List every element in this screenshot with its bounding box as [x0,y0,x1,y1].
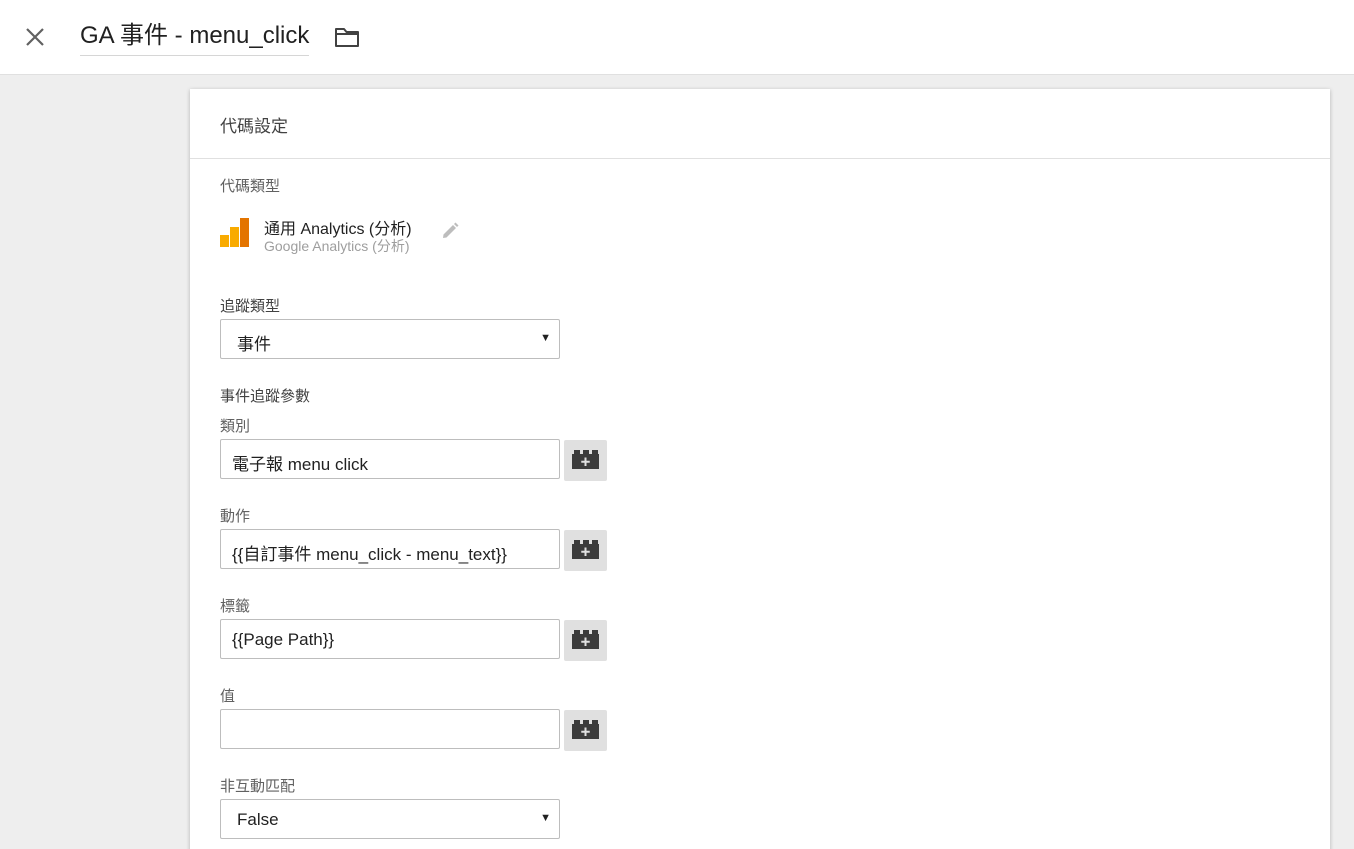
category-value: 電子報 menu click [232,455,369,474]
tag-label-label: 標籤 [220,598,251,615]
top-bar: GA 事件 - menu_click [0,0,1354,75]
card-header: 代碼設定 [190,89,1330,159]
track-type-label: 追蹤類型 [220,298,281,315]
value-input[interactable] [220,709,560,749]
folder-icon[interactable] [333,24,361,50]
non-interaction-label: 非互動匹配 [220,778,296,795]
dropdown-arrow-icon: ▼ [540,812,551,824]
tag-type-subtitle: Google Analytics (分析) [264,238,410,254]
tag-label-variable-button[interactable] [564,620,607,661]
add-variable-brick-icon [572,630,599,649]
action-value: {{自訂事件 menu_click - menu_text}} [232,545,507,564]
category-input[interactable]: 電子報 menu click [220,439,560,479]
non-interaction-value: False [237,810,279,829]
action-label: 動作 [220,508,251,525]
tag-type-label: 代碼類型 [220,178,281,195]
tag-config-card: 代碼設定 代碼類型 通用 Analytics (分析) Google Analy… [190,89,1330,849]
value-label: 值 [220,688,236,705]
track-type-value: 事件 [237,335,271,354]
action-variable-button[interactable] [564,530,607,571]
non-interaction-select[interactable]: False ▼ [220,799,560,839]
add-variable-brick-icon [572,540,599,559]
dropdown-arrow-icon: ▼ [540,332,551,344]
pencil-icon[interactable] [440,221,460,241]
add-variable-brick-icon [572,720,599,739]
action-input[interactable]: {{自訂事件 menu_click - menu_text}} [220,529,560,569]
add-variable-brick-icon [572,450,599,469]
tag-label-value: {{Page Path}} [232,630,335,649]
event-params-label: 事件追蹤參數 [220,388,311,405]
tag-label-input[interactable]: {{Page Path}} [220,619,560,659]
tag-title[interactable]: GA 事件 - menu_click [80,20,310,56]
value-variable-button[interactable] [564,710,607,751]
category-label: 類別 [220,418,251,435]
tag-type-selector[interactable]: 通用 Analytics (分析) Google Analytics (分析) [220,217,480,257]
card-title: 代碼設定 [220,117,288,136]
google-analytics-icon [220,217,250,249]
track-type-select[interactable]: 事件 ▼ [220,319,560,359]
category-variable-button[interactable] [564,440,607,481]
close-icon[interactable] [22,24,48,50]
